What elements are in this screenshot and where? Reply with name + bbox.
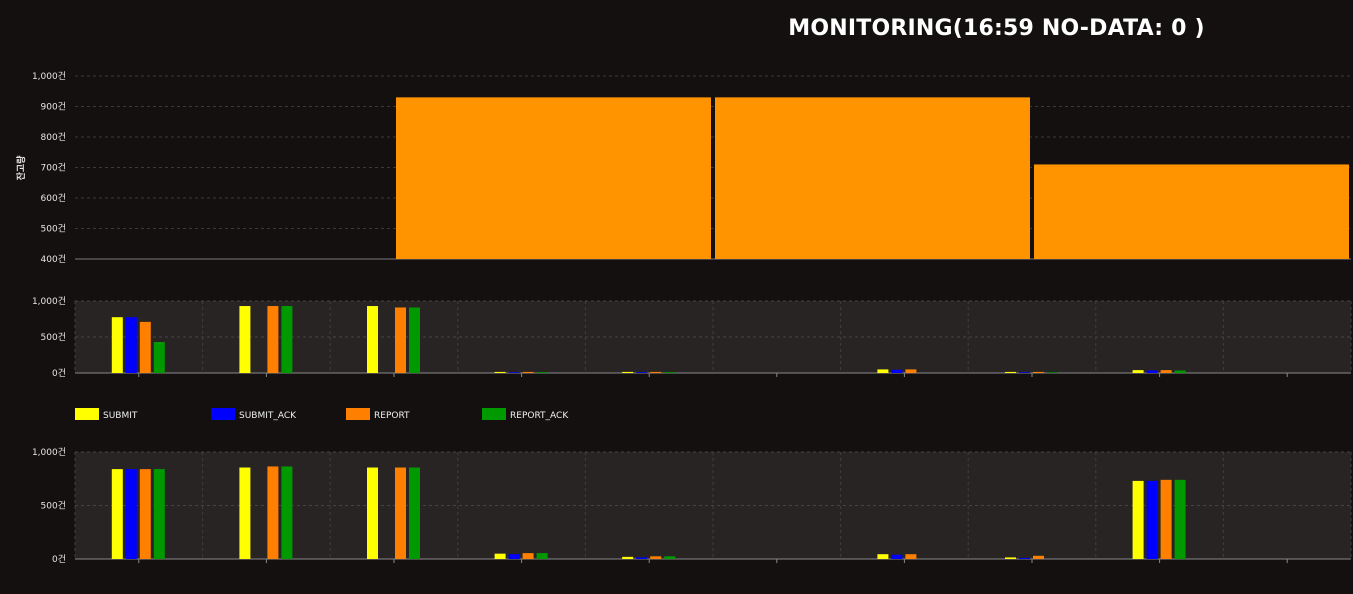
traffic1-bar-report-ack	[281, 306, 293, 373]
traffic1-bar-report	[522, 371, 534, 373]
balance-chart: 잔고량 1,000건 900건 800건 700건 600건 500건 400건	[15, 71, 1351, 265]
balance-bar	[1034, 164, 1349, 259]
traffic1-bar-report-ack	[409, 307, 420, 373]
traffic1-bar-report	[1160, 370, 1172, 373]
traffic1-bar-report	[139, 321, 151, 373]
legend: SUBMIT SUBMIT_ACK REPORT REPORT_ACK	[75, 408, 569, 421]
traffic1-bar-report-ack	[1047, 372, 1058, 373]
legend-label: SUBMIT	[103, 411, 138, 421]
traffic1-bar-submit	[622, 371, 634, 373]
traffic2-bar-submit-ack	[636, 557, 648, 559]
balance-y-axis-label: 잔고량	[15, 155, 27, 181]
traffic2-bar-report	[1033, 555, 1044, 559]
traffic2-bar-submit	[877, 554, 889, 559]
legend-swatch	[346, 408, 370, 420]
traffic1-bar-submit	[111, 317, 123, 373]
traffic2-y-tick-label: 0건	[52, 554, 66, 565]
traffic1-bar-report	[650, 371, 662, 373]
traffic1-bar-submit-ack	[1146, 370, 1158, 373]
monitoring-charts: 잔고량 1,000건 900건 800건 700건 600건 500건 400건 1,000…	[15, 71, 1352, 565]
traffic1-y-tick-label: 0건	[52, 368, 66, 379]
legend-swatch	[211, 408, 235, 420]
traffic1-bar-submit-ack	[1019, 372, 1030, 373]
legend-swatch	[75, 408, 99, 420]
traffic2-bar-submit	[1132, 480, 1144, 559]
traffic-chart-1: 1,000건 500건 0건	[32, 296, 1352, 379]
balance-y-tick-label: 400건	[41, 254, 66, 265]
legend-label: REPORT_ACK	[510, 411, 569, 421]
balance-bar	[715, 97, 1030, 259]
traffic2-y-tick-label: 1,000건	[32, 447, 66, 458]
traffic2-bar-report	[395, 467, 406, 559]
traffic1-bar-submit	[239, 306, 251, 373]
traffic1-bar-report	[1033, 371, 1044, 373]
balance-y-tick-label: 700건	[41, 163, 66, 174]
traffic1-bar-submit-ack	[125, 317, 137, 373]
traffic-chart-2: 1,000건 500건 0건	[32, 447, 1352, 565]
traffic1-bar-report	[267, 306, 279, 373]
traffic1-bar-submit	[1132, 370, 1144, 373]
traffic1-bar-report-ack	[1174, 370, 1186, 373]
traffic1-bar-report-ack	[536, 372, 548, 373]
traffic1-bar-report	[395, 307, 406, 373]
traffic2-bar-report	[905, 554, 917, 559]
balance-y-tick-label: 1,000건	[32, 71, 66, 82]
traffic2-bar-submit	[239, 467, 251, 559]
balance-y-tick-label: 600건	[41, 193, 66, 204]
traffic1-y-tick-label: 1,000건	[32, 296, 66, 307]
traffic2-bar-report-ack	[281, 466, 293, 559]
traffic2-bar-report	[522, 553, 534, 559]
traffic1-bar-submit-ack	[508, 372, 520, 373]
traffic2-bar-submit-ack	[125, 469, 137, 559]
balance-y-tick-label: 500건	[41, 224, 66, 235]
traffic2-bar-submit	[494, 553, 506, 559]
traffic2-bar-submit	[367, 467, 378, 559]
balance-y-tick-label: 800건	[41, 132, 66, 143]
traffic2-bar-report-ack	[153, 469, 165, 559]
traffic1-bar-report	[905, 369, 917, 373]
legend-swatch	[482, 408, 506, 420]
traffic2-y-tick-label: 500건	[41, 501, 66, 512]
traffic2-bar-report	[267, 466, 279, 559]
traffic2-bar-report	[650, 556, 662, 559]
traffic1-bar-report-ack	[153, 342, 165, 373]
traffic2-bar-submit-ack	[891, 554, 903, 559]
balance-bar	[396, 97, 711, 259]
traffic2-bar-report-ack	[409, 467, 420, 559]
traffic1-bar-submit	[367, 306, 378, 373]
traffic1-bar-report-ack	[664, 372, 676, 373]
traffic1-y-tick-label: 500건	[41, 332, 66, 343]
traffic1-bar-submit	[494, 371, 506, 373]
traffic2-bar-submit-ack	[1146, 480, 1158, 559]
balance-y-tick-label: 900건	[41, 102, 66, 113]
traffic2-bar-report-ack	[664, 556, 676, 559]
traffic2-bar-report	[1160, 479, 1172, 559]
traffic1-bar-submit	[877, 369, 889, 373]
traffic1-bar-submit-ack	[636, 372, 648, 373]
traffic2-bar-submit	[1005, 557, 1016, 559]
traffic2-bar-submit-ack	[1019, 557, 1030, 559]
legend-label: SUBMIT_ACK	[239, 411, 297, 421]
traffic2-bar-report-ack	[536, 553, 548, 559]
traffic2-bar-report	[139, 469, 151, 559]
traffic2-bar-submit-ack	[508, 554, 520, 559]
legend-label: REPORT	[374, 411, 410, 421]
traffic1-bar-submit-ack	[891, 369, 903, 373]
traffic2-bar-report-ack	[1174, 479, 1186, 559]
traffic1-bar-submit	[1005, 371, 1016, 373]
traffic2-bar-submit	[111, 469, 123, 559]
traffic2-bar-submit	[622, 556, 634, 559]
